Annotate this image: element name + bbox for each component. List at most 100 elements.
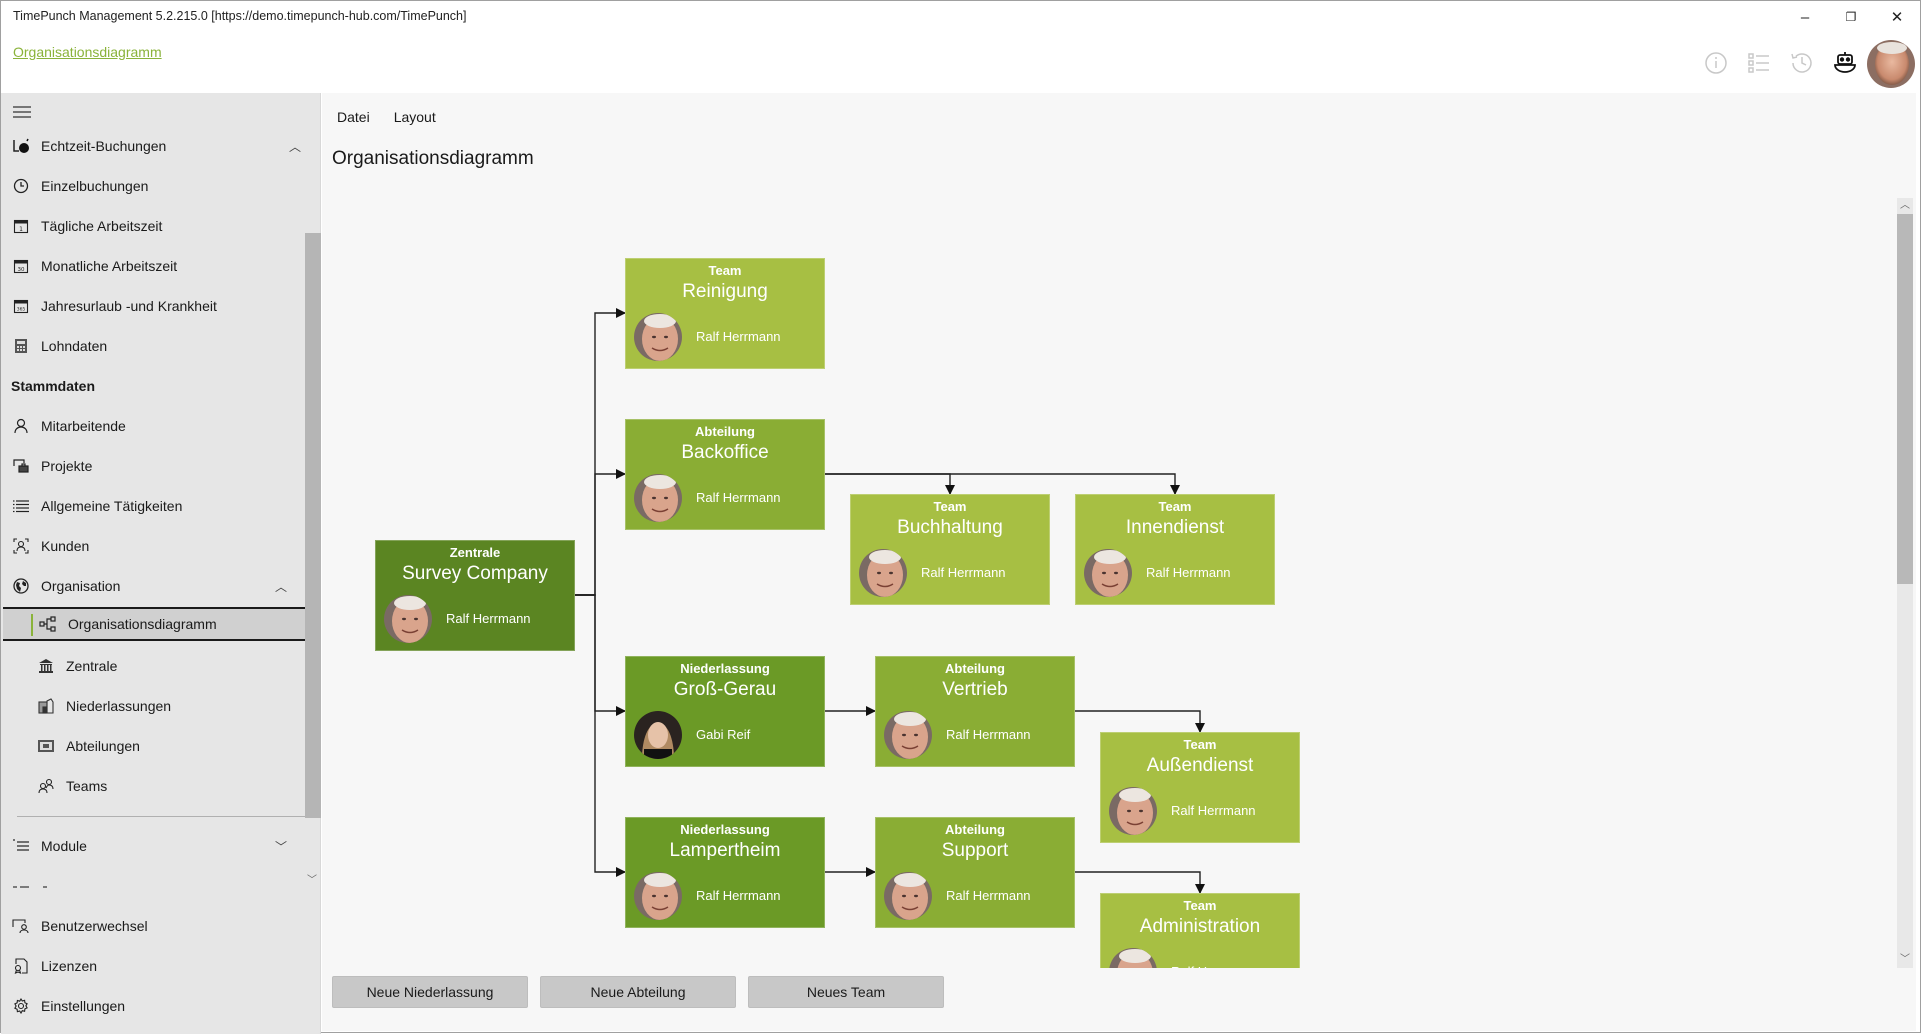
calendar-month-icon: 30: [11, 256, 31, 276]
list-button[interactable]: [1744, 48, 1774, 78]
minimize-button[interactable]: –: [1782, 1, 1828, 33]
restore-button[interactable]: ❐: [1828, 1, 1874, 33]
history-button[interactable]: [1787, 48, 1817, 78]
user-avatar[interactable]: [1867, 40, 1915, 88]
person-photo: [859, 549, 907, 597]
sidebar-item-projekte[interactable]: Projekte: [1, 449, 305, 483]
breadcrumb[interactable]: Organisationsdiagramm: [13, 44, 162, 60]
node-type: Team: [1158, 499, 1192, 514]
chevron-down-icon[interactable]: ﹀: [307, 871, 317, 886]
sidebar-item-partial: [11, 880, 311, 890]
title-bar: TimePunch Management 5.2.215.0 [https://…: [1, 1, 1920, 33]
person-photo: [884, 872, 932, 920]
sidebar-item-einstellungen[interactable]: Einstellungen: [1, 989, 305, 1023]
chevron-down-icon[interactable]: ﹀: [275, 838, 287, 855]
close-button[interactable]: ✕: [1874, 1, 1920, 33]
chevron-up-icon[interactable]: ︿: [275, 578, 287, 595]
org-node-grossgerau[interactable]: Niederlassung Groß-Gerau Gabi Reif: [625, 656, 825, 767]
new-team-button[interactable]: Neues Team: [748, 976, 944, 1008]
scroll-down-icon[interactable]: ﹀: [1897, 952, 1913, 968]
close-icon: ✕: [1890, 9, 1904, 26]
node-person: Ralf Herrmann: [921, 565, 1006, 580]
sidebar: Echtzeit-Buchungen ︿ Einzelbuchungen 1 T…: [1, 93, 321, 1034]
person-icon: [11, 416, 31, 436]
customer-icon: [11, 536, 31, 556]
sidebar-item-zentrale[interactable]: Zentrale: [1, 649, 305, 683]
node-name: Vertrieb: [942, 679, 1008, 700]
connector-reinigung: [575, 308, 626, 596]
node-name: Backoffice: [681, 442, 769, 463]
sidebar-item-label: Benutzerwechsel: [41, 918, 148, 934]
app-header: Organisationsdiagramm: [1, 33, 1920, 93]
sidebar-item-kunden[interactable]: Kunden: [1, 529, 305, 563]
clock-icon: [11, 176, 31, 196]
connector-innendienst: [825, 473, 1180, 495]
connector-administration: [1075, 871, 1205, 894]
sidebar-item-label: Tägliche Arbeitszeit: [41, 218, 163, 234]
node-name: Außendienst: [1146, 755, 1254, 776]
new-department-button[interactable]: Neue Abteilung: [540, 976, 736, 1008]
sidebar-item-label: Lizenzen: [41, 958, 98, 974]
sidebar-item-organisationsdiagramm[interactable]: Organisationsdiagramm: [3, 607, 305, 641]
info-button[interactable]: [1701, 48, 1731, 78]
scroll-up-icon[interactable]: ︿: [1897, 198, 1913, 214]
person-photo: [1109, 787, 1157, 835]
org-node-reinigung[interactable]: Team Reinigung Ralf Herrmann: [625, 258, 825, 369]
hamburger-button[interactable]: [13, 105, 31, 124]
sidebar-item-organisation[interactable]: Organisation ︿: [1, 569, 305, 603]
sidebar-item-echtzeit-buchungen[interactable]: Echtzeit-Buchungen ︿: [1, 129, 305, 163]
gear-icon: [11, 996, 31, 1016]
sidebar-item-benutzerwechsel[interactable]: Benutzerwechsel: [1, 909, 305, 943]
sidebar-item-label: Lohndaten: [41, 338, 108, 354]
sidebar-item-allgemeine-taetigkeiten[interactable]: Allgemeine Tätigkeiten: [1, 489, 305, 523]
org-node-support[interactable]: Abteilung Support Ralf Herrmann: [875, 817, 1075, 928]
org-node-lampertheim[interactable]: Niederlassung Lampertheim Ralf Herrmann: [625, 817, 825, 928]
node-person: Ralf Herrmann: [446, 611, 531, 626]
calculator-icon: [11, 336, 31, 356]
node-person: Ralf Herrmann: [1171, 964, 1256, 968]
sidebar-item-label: Allgemeine Tätigkeiten: [41, 498, 183, 514]
sidebar-item-niederlassungen[interactable]: Niederlassungen: [1, 689, 305, 723]
org-node-aussendienst[interactable]: Team Außendienst Ralf Herrmann: [1100, 732, 1300, 843]
sidebar-item-label: Einzelbuchungen: [41, 178, 149, 194]
canvas-scrollbar[interactable]: ︿ ﹀: [1897, 198, 1913, 968]
sidebar-item-module[interactable]: Module ﹀: [1, 829, 305, 863]
chevron-up-icon[interactable]: ︿: [289, 138, 301, 155]
bot-icon: [1834, 52, 1856, 73]
bot-button[interactable]: [1830, 48, 1860, 78]
sidebar-item-einzelbuchungen[interactable]: Einzelbuchungen: [1, 169, 305, 203]
sidebar-item-monatliche-arbeitszeit[interactable]: 30 Monatliche Arbeitszeit: [1, 249, 305, 283]
node-type: Team: [1183, 737, 1217, 752]
sidebar-item-taegliche-arbeitszeit[interactable]: 1 Tägliche Arbeitszeit: [1, 209, 305, 243]
sidebar-item-abteilungen[interactable]: Abteilungen: [1, 729, 305, 763]
sidebar-divider: [17, 816, 305, 817]
calendar-day-icon: 1: [11, 216, 31, 236]
node-type: Team: [708, 263, 742, 278]
org-node-backoffice[interactable]: Abteilung Backoffice Ralf Herrmann: [625, 419, 825, 530]
org-node-survey[interactable]: Zentrale Survey Company Ralf Herrmann: [375, 540, 575, 651]
sidebar-item-jahresurlaub[interactable]: 365 Jahresurlaub -und Krankheit: [1, 289, 305, 323]
sidebar-item-label: Zentrale: [66, 658, 118, 674]
sidebar-item-label: Monatliche Arbeitszeit: [41, 258, 178, 274]
scrollbar-thumb[interactable]: [1897, 214, 1913, 584]
connector-buchhaltung: [825, 473, 955, 495]
sidebar-item-mitarbeitende[interactable]: Mitarbeitende: [1, 409, 305, 443]
node-type: Niederlassung: [680, 661, 770, 676]
menu-layout[interactable]: Layout: [394, 109, 436, 125]
team-icon: [36, 776, 56, 796]
person-photo: [634, 474, 682, 522]
sidebar-item-lohndaten[interactable]: Lohndaten: [1, 329, 305, 363]
org-node-innendienst[interactable]: Team Innendienst Ralf Herrmann: [1075, 494, 1275, 605]
sidebar-item-lizenzen[interactable]: Lizenzen: [1, 949, 305, 983]
node-name: Reinigung: [682, 281, 768, 302]
sidebar-item-label: Projekte: [41, 458, 93, 474]
new-branch-button[interactable]: Neue Niederlassung: [332, 976, 528, 1008]
org-node-vertrieb[interactable]: Abteilung Vertrieb Ralf Herrmann: [875, 656, 1075, 767]
sidebar-scrollbar[interactable]: [305, 233, 321, 818]
org-node-administration[interactable]: Team Administration Ralf Herrmann: [1100, 893, 1300, 968]
connector-grossgerau: [575, 594, 626, 716]
menu-datei[interactable]: Datei: [337, 109, 370, 125]
sidebar-item-teams[interactable]: Teams: [1, 769, 305, 803]
org-node-buchhaltung[interactable]: Team Buchhaltung Ralf Herrmann: [850, 494, 1050, 605]
connector-lampertheim: [575, 594, 626, 877]
